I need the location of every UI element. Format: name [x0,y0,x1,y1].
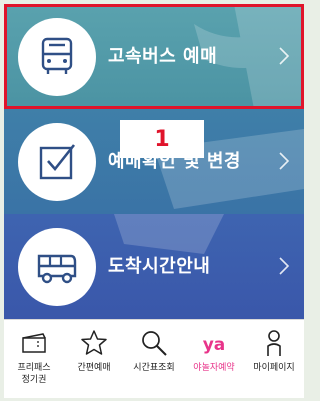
chevron-right-icon [279,47,290,65]
search-icon [142,331,167,356]
tab-label: 시간표조회 [133,363,175,373]
app-screen: 고속버스 예매 예매확인 및 변경 도착시간안내 1 프리패스 정기권 간편예매… [4,4,304,398]
step-number-badge: 1 [120,120,204,158]
menu-item-express-bus-booking[interactable]: 고속버스 예매 [4,4,304,109]
tab-my-page[interactable]: 마이페이지 [244,320,304,398]
star-icon [81,330,107,355]
tab-label: 마이페이지 [253,363,295,373]
tab-timetable[interactable]: 시간표조회 [124,320,184,398]
tab-label: 간편예매 [77,363,111,373]
chevron-right-icon [279,152,290,170]
yanolja-icon: ya [203,335,226,355]
chevron-right-icon [279,257,290,275]
svg-text:ya: ya [203,335,226,355]
ticket-icon [22,333,46,353]
bus-side-icon [18,228,96,306]
bus-icon [18,18,96,96]
bottom-tab-bar: 프리패스 정기권 간편예매 시간표조회 ya 야놀자예약 마이페이지 [4,319,304,398]
menu-label-express-bus-booking: 고속버스 예매 [108,46,218,67]
tab-free-pass[interactable]: 프리패스 정기권 [4,320,64,398]
menu-item-arrival-time[interactable]: 도착시간안내 [4,214,304,319]
tab-quick-booking[interactable]: 간편예매 [64,320,124,398]
tab-label: 프리패스 정기권 [17,363,51,385]
app-frame: 고속버스 예매 예매확인 및 변경 도착시간안내 1 프리패스 정기권 간편예매… [0,0,308,401]
tab-yanolja[interactable]: ya 야놀자예약 [184,320,244,398]
tab-label: 야놀자예약 [193,363,235,373]
checkbox-icon [18,123,96,201]
menu-label-arrival-time: 도착시간안내 [108,256,211,277]
person-icon [267,330,281,356]
